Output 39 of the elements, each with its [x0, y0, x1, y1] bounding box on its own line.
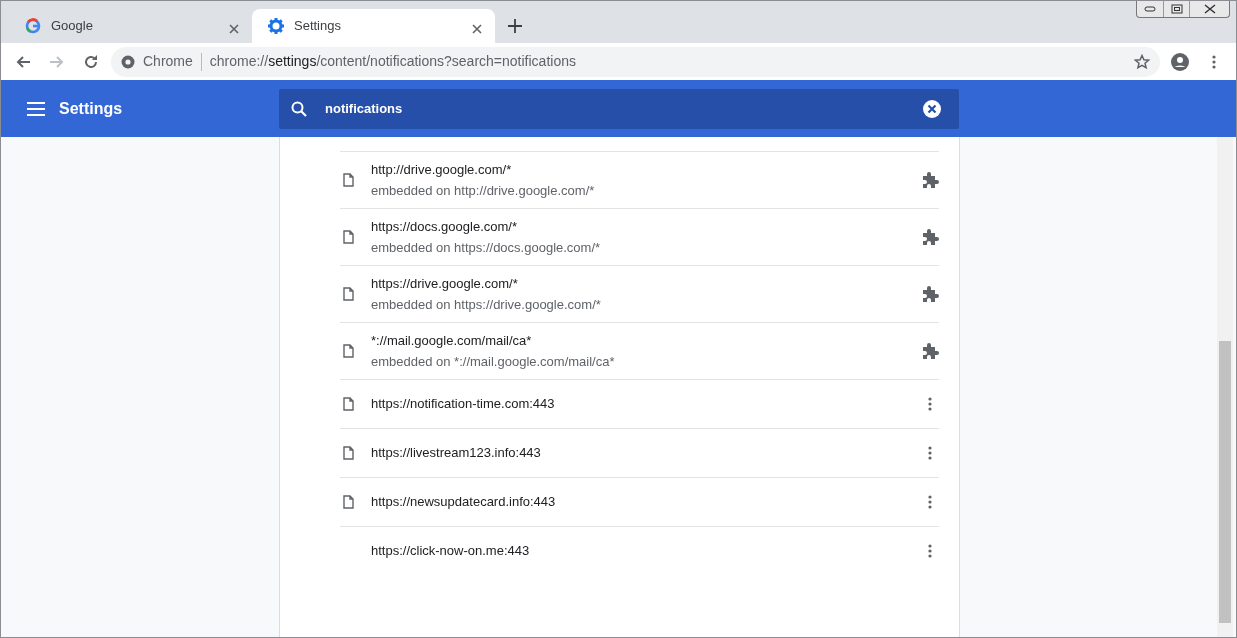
- url-text: chrome://settings/content/notifications?search=notifications: [209, 52, 576, 71]
- embedded-text: embedded on http://drive.google.com/*: [371, 182, 596, 200]
- embedded-text: embedded on https://docs.google.com/*: [371, 239, 602, 257]
- chrome-icon: [121, 54, 135, 69]
- puzzle-icon: [921, 171, 939, 189]
- clear-icon[interactable]: [923, 99, 941, 118]
- search-icon: [291, 100, 307, 117]
- reload-icon[interactable]: [83, 53, 99, 70]
- puzzle-icon: [921, 228, 939, 246]
- search-field[interactable]: notifications: [279, 88, 959, 129]
- more-icon[interactable]: [928, 544, 932, 558]
- google-icon: [25, 18, 41, 34]
- star-icon[interactable]: [1134, 53, 1150, 70]
- tab-title: Settings: [294, 17, 342, 36]
- more-icon[interactable]: [928, 495, 932, 509]
- gear-icon: [268, 18, 284, 34]
- site-url: https://livestream123.info:443: [371, 444, 542, 463]
- site-url: *://mail.google.com/mail/ca*: [371, 331, 533, 350]
- back-icon[interactable]: [15, 53, 31, 70]
- more-icon[interactable]: [928, 446, 932, 460]
- embedded-text: embedded on *://mail.google.com/mail/ca*: [371, 353, 616, 371]
- browser-tab[interactable]: Settings: [252, 9, 495, 43]
- puzzle-icon: [921, 342, 939, 360]
- embedded-text: embedded on https://drive.google.com/*: [371, 296, 602, 314]
- menu-icon[interactable]: [27, 101, 45, 116]
- page-title: Settings: [59, 98, 123, 119]
- site-url: https://drive.google.com/*: [371, 274, 519, 293]
- site-url: https://notification-time.com:443: [371, 395, 556, 414]
- site-url: https://click-now-on.me:443: [371, 542, 531, 561]
- scrollbar[interactable]: [1217, 137, 1233, 637]
- puzzle-icon: [921, 285, 939, 303]
- site-label: Chrome: [143, 52, 193, 71]
- tab-title: Google: [51, 17, 94, 36]
- browser-tab[interactable]: Google: [9, 9, 252, 43]
- site-url: http://drive.google.com/*: [371, 160, 513, 179]
- site-url: https://newsupdatecard.info:443: [371, 493, 557, 512]
- more-icon[interactable]: [928, 397, 932, 411]
- address-bar[interactable]: Chrome chrome://settings/content/notifications?search=notifications: [111, 46, 1160, 77]
- site-url: https://docs.google.com/*: [371, 217, 518, 236]
